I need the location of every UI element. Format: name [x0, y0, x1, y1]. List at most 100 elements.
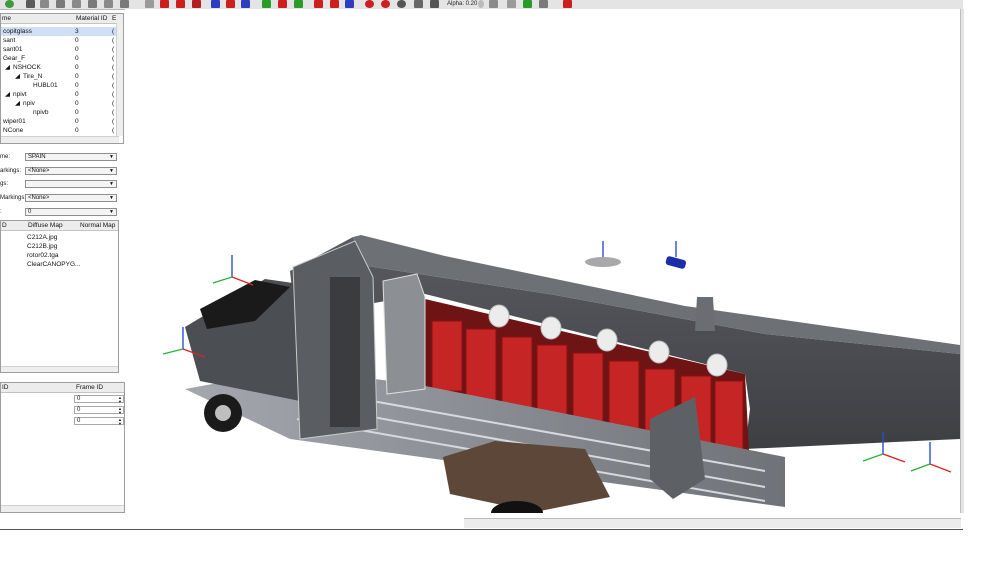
display-mode-icon[interactable] [262, 0, 271, 8]
field-label: arkings: [0, 168, 22, 174]
tree-row[interactable]: HUBL01 0 ( [1, 81, 118, 90]
table-row[interactable]: C212B.jpg [27, 242, 57, 251]
field-label: gs: [0, 181, 9, 187]
tree-row[interactable]: ◢ NSHOCK 0 ( [1, 63, 118, 72]
expand-arrow-icon[interactable]: ◢ [5, 63, 10, 72]
view-icon[interactable] [72, 0, 81, 8]
tree-row-material-id: 0 [75, 127, 79, 134]
tree-row[interactable]: sant 0 ( [1, 36, 118, 45]
expand-arrow-icon[interactable]: ◢ [15, 99, 20, 108]
textures-horizontal-scrollbar[interactable] [1, 366, 118, 372]
field-label: : [0, 209, 2, 215]
tree-row-material-id: 0 [75, 109, 79, 116]
column-header-diffuse-map[interactable]: Diffuse Map [28, 221, 63, 230]
floating-part-boat [585, 257, 621, 267]
tree-row-extra: ( [112, 64, 115, 71]
tool-icon[interactable] [539, 0, 548, 8]
tree-row[interactable]: copitglass 3 ( [1, 27, 118, 36]
tree-row-name: NSHOCK [13, 64, 41, 71]
view-icon[interactable] [104, 0, 113, 8]
settings-select[interactable]: ▼ [25, 180, 117, 188]
aircraft-model-render[interactable] [125, 9, 960, 513]
tree-row[interactable]: wiper01 0 ( [1, 117, 118, 126]
view-icon[interactable] [88, 0, 97, 8]
index-select[interactable]: 0 ▼ [25, 208, 117, 216]
tree-row-extra: ( [112, 37, 115, 44]
tree-row-extra: ( [112, 46, 115, 53]
tree-row[interactable]: npivb 0 ( [1, 108, 118, 117]
display-mode-icon[interactable] [314, 0, 323, 8]
zoom-icon[interactable] [26, 0, 35, 8]
extra-markings-select[interactable]: <None> ▼ [25, 194, 117, 202]
view-icon[interactable] [120, 0, 129, 8]
view-icon[interactable] [40, 0, 49, 8]
record-icon[interactable] [381, 0, 390, 8]
spin-icon[interactable] [478, 0, 484, 8]
tool-icon[interactable] [430, 0, 439, 8]
display-mode-icon[interactable] [278, 0, 287, 8]
expand-arrow-icon[interactable]: ◢ [15, 72, 20, 81]
render-icon[interactable] [160, 0, 169, 8]
tree-row[interactable]: ◢ npivt 0 ( [1, 90, 118, 99]
tree-horizontal-scrollbar[interactable] [1, 136, 119, 143]
close-icon[interactable] [563, 0, 572, 8]
tree-row-extra: ( [112, 55, 115, 62]
spin-arrows-icon[interactable]: ▲ ▼ [118, 407, 122, 415]
column-header-id[interactable]: D [2, 221, 7, 230]
render-icon[interactable] [145, 0, 154, 8]
tree-row-extra: ( [112, 73, 115, 80]
3d-viewport[interactable] [125, 9, 960, 513]
markings-select[interactable]: <None> ▼ [25, 167, 117, 175]
combo-value: <None> [28, 168, 50, 174]
display-mode-icon[interactable] [294, 0, 303, 8]
bulkhead [382, 273, 426, 395]
spinbox-value: 0 [77, 407, 81, 413]
tree-row[interactable]: Gear_F 0 ( [1, 54, 118, 63]
display-mode-icon[interactable] [211, 0, 220, 8]
render-icon[interactable] [176, 0, 185, 8]
tool-icon[interactable] [414, 0, 423, 8]
column-header-id[interactable]: ID [2, 383, 9, 392]
record-icon[interactable] [365, 0, 374, 8]
chevron-down-icon: ▼ [109, 195, 114, 201]
table-row[interactable]: rotor02.tga [27, 251, 58, 260]
column-header-name[interactable]: me [2, 14, 11, 23]
view-icon[interactable] [56, 0, 65, 8]
column-header-frame-id[interactable]: Frame ID [76, 383, 103, 392]
info-icon[interactable] [5, 0, 14, 8]
table-row[interactable]: C212A.jpg [27, 233, 57, 242]
display-mode-icon[interactable] [330, 0, 339, 8]
tree-row[interactable]: sant01 0 ( [1, 45, 118, 54]
chevron-down-icon: ▼ [109, 168, 114, 174]
display-mode-icon[interactable] [345, 0, 354, 8]
frames-horizontal-scrollbar[interactable] [1, 505, 124, 512]
frame-id-spinbox[interactable]: 0 ▲ ▼ [74, 406, 124, 414]
tool-icon[interactable] [489, 0, 498, 8]
expand-arrow-icon[interactable]: ◢ [5, 90, 10, 99]
column-header-normal-map[interactable]: Normal Map [80, 221, 115, 230]
frames-header: ID Frame ID [1, 383, 124, 393]
tool-icon[interactable] [523, 0, 532, 8]
scheme-select[interactable]: SPAIN ▼ [25, 153, 117, 161]
frame-id-spinbox[interactable]: 0 ▲ ▼ [74, 395, 124, 403]
spin-arrows-icon[interactable]: ▲ ▼ [118, 418, 122, 426]
tree-vertical-scrollbar[interactable] [116, 23, 123, 136]
column-header-material-id[interactable]: Material ID [76, 14, 107, 23]
display-mode-icon[interactable] [226, 0, 235, 8]
column-header-extra[interactable]: E [112, 14, 116, 23]
display-mode-icon[interactable] [241, 0, 250, 8]
frame-id-spinbox[interactable]: 0 ▲ ▼ [74, 417, 124, 425]
tree-row[interactable]: NCone 0 ( [1, 126, 118, 135]
table-row[interactable]: ClearCANOPYG... [27, 260, 80, 269]
properties-panel: me: SPAIN ▼ arkings: <None> ▼ gs: ▼ Mark… [0, 150, 124, 220]
tool-icon[interactable] [397, 0, 406, 8]
spin-arrows-icon[interactable]: ▲ ▼ [118, 396, 122, 404]
tree-row-material-id: 0 [75, 118, 79, 125]
tree-row[interactable]: ◢ Tire_N 0 ( [1, 72, 118, 81]
wing [443, 441, 610, 512]
tree-row[interactable]: ◢ npiv 0 ( [1, 99, 118, 108]
tree-row-name: npiv [23, 100, 35, 107]
tool-icon[interactable] [507, 0, 516, 8]
tree-row-name: copitglass [3, 28, 32, 35]
render-icon[interactable] [192, 0, 201, 8]
